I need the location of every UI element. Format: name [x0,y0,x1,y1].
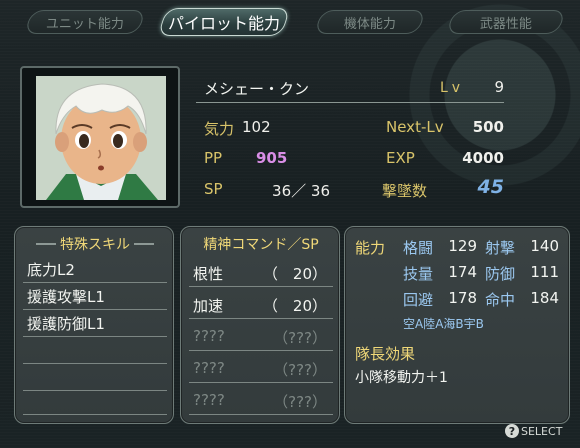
spirit-cost: （???） [273,329,327,347]
tab-weapon-performance[interactable]: 武器性能 [446,10,566,34]
spirit-name: ???? [193,359,225,377]
stat-name: 格闘 [403,239,434,257]
pilot-portrait [20,66,180,208]
ability-title: 能力 [355,239,386,257]
spirit-name: ???? [193,327,225,345]
select-label: SELECT [521,424,563,438]
stat-name: 防御 [485,265,516,283]
select-hint[interactable]: ? SELECT [505,424,562,438]
help-icon: ? [505,424,519,438]
next-level-label: Next-Lv [386,118,444,136]
spirit-title-wrap: 精神コマンド／SP [189,234,333,254]
stat-name: 回避 [403,291,434,309]
skill-row-empty [23,367,167,391]
spirit-row-locked: ???? （???） [189,327,333,351]
next-level-value: 500 [472,118,504,136]
spirit-row[interactable]: 根性 （ 20） [189,263,333,287]
pp-label: PP [204,149,223,167]
pilot-name: メシェー・クン [204,80,310,98]
exp-label: EXP [386,149,415,167]
morale-value: 102 [242,118,271,136]
spirit-cost: （???） [273,361,327,379]
pp-value: 905 [256,149,288,167]
spirit-row[interactable]: 加速 （ 20） [189,295,333,319]
stat-value: 111 [530,263,559,281]
spirit-cost: （???） [273,393,327,411]
special-skills-panel: 特殊スキル 底力L2 援護攻撃L1 援護防御L1 [14,226,174,424]
stat-name: 射撃 [485,239,516,257]
stat-value: 140 [530,237,559,255]
level-label: Lv [440,80,465,96]
pilot-face-image [36,76,166,200]
captain-effect-value: 小隊移動力＋1 [355,370,448,386]
stat-name: 命中 [485,291,516,309]
spirit-cost: （ 20） [262,297,327,315]
special-skills-title-wrap: 特殊スキル [25,234,165,254]
captain-effect-title: 隊長効果 [355,345,416,363]
spirit-row-locked: ???? （???） [189,359,333,383]
spirit-commands-title: 精神コマンド／SP [203,237,319,253]
ability-panel: 能力 格闘 129 射撃 140 技量 174 防御 111 回避 178 命中… [344,226,570,424]
level-value: 9 [494,78,504,96]
spirit-name: 根性 [193,265,224,283]
kills-value: 45 [477,176,504,198]
kills-label: 撃墜数 [382,182,428,200]
sp-label: SP [204,180,223,198]
spirit-name: ???? [193,391,225,409]
name-underline [196,102,504,103]
stat-value: 184 [530,289,559,307]
skill-row[interactable]: 援護攻撃L1 [23,286,167,310]
morale-label: 気力 [204,120,235,138]
tab-unit-ability[interactable]: ユニット能力 [24,10,146,34]
skill-row-empty [23,340,167,364]
sp-value: 36／ 36 [272,182,330,200]
skill-row[interactable]: 援護防御L1 [23,313,167,337]
spirit-name: 加速 [193,297,224,315]
title-dash-right [134,243,154,245]
skill-row-empty [23,391,167,415]
stat-value: 174 [448,263,477,281]
tab-pilot-ability[interactable]: パイロット能力 [157,8,291,36]
exp-value: 4000 [462,149,504,167]
stat-value: 178 [448,289,477,307]
tab-bar: ユニット能力 パイロット能力 機体能力 武器性能 [22,8,570,36]
spirit-commands-panel: 精神コマンド／SP 根性 （ 20） 加速 （ 20） ???? （???） ?… [180,226,340,424]
special-skills-title: 特殊スキル [60,237,130,253]
stat-name: 技量 [403,265,434,283]
tab-mecha-ability[interactable]: 機体能力 [314,10,426,34]
title-dash-left [36,243,56,245]
skill-row[interactable]: 底力L2 [23,259,167,283]
stat-value: 129 [448,237,477,255]
terrain-ratings: 空A陸A海B宇B [403,317,484,331]
spirit-cost: （ 20） [262,265,327,283]
pilot-stats: メシェー・クン Lv 9 気力 102 Next-Lv 500 PP 905 E… [196,74,516,210]
spirit-row-locked: ???? （???） [189,391,333,415]
